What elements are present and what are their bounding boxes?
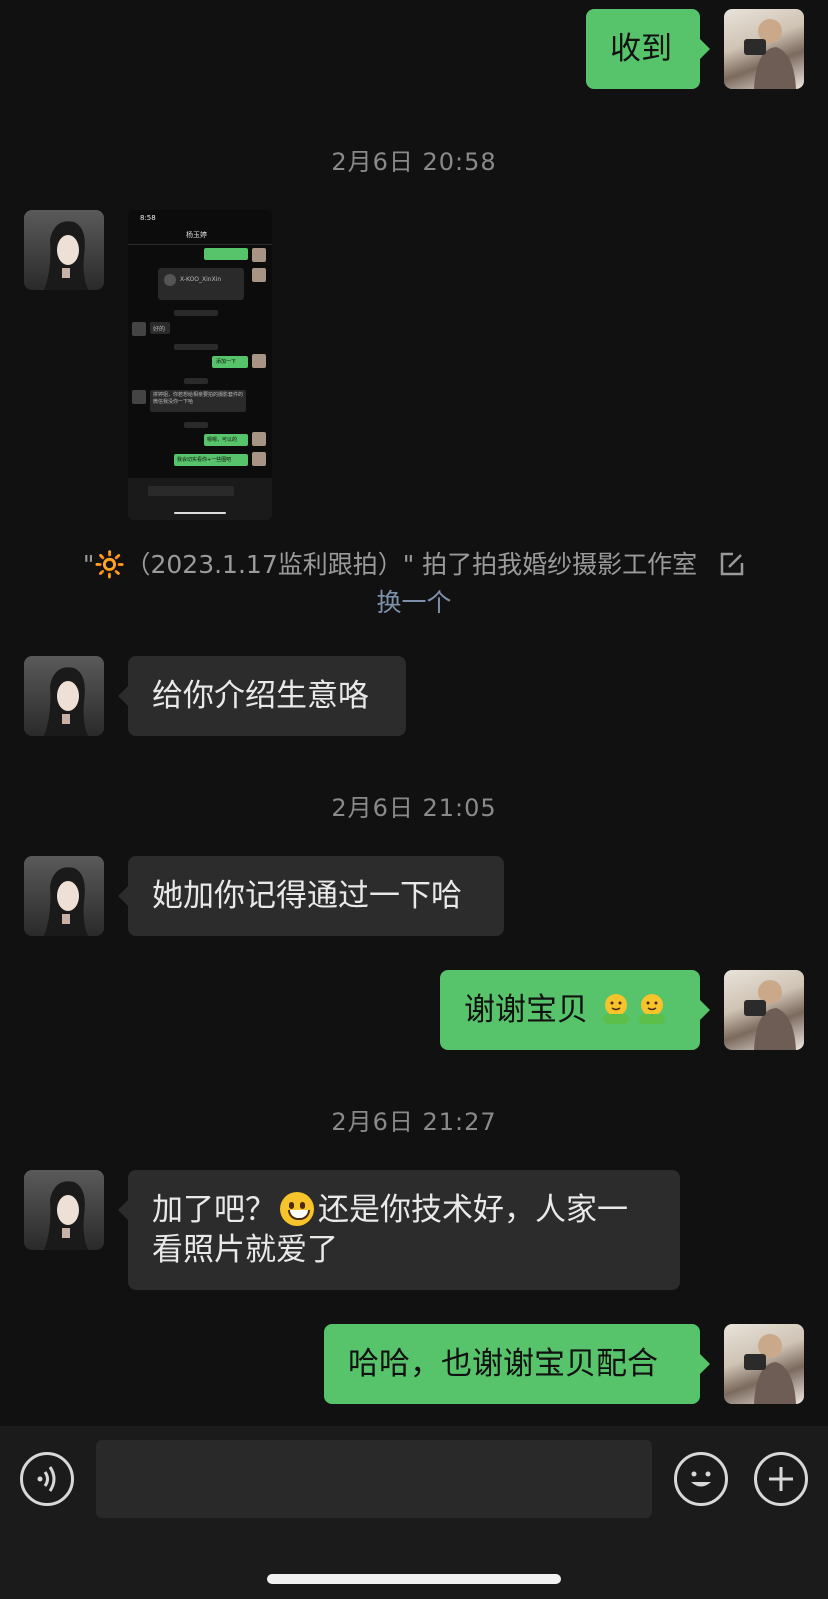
message-bubble-received[interactable]: 给你介绍生意咯 [118,656,406,736]
thumb-sent2: 嗯嗯，可以的 [207,437,238,443]
message-text: 哈哈，也谢谢宝贝配合 [348,1346,658,1382]
home-indicator [267,1574,561,1584]
my-avatar[interactable] [724,9,804,89]
message-text: 她加你记得通过一下哈 [152,878,462,914]
grin-emoji-icon [280,1192,314,1226]
chat-input-bar [0,1426,828,1599]
my-avatar[interactable] [724,970,804,1050]
message-bubble-sent[interactable]: 哈哈，也谢谢宝贝配合 [324,1324,710,1404]
contact-avatar[interactable] [24,856,104,936]
message-text: 给你介绍生意咯 [152,678,369,714]
change-pat-link[interactable]: 换一个 [0,586,828,620]
message-line-2: 看照片就爱了 [152,1232,338,1268]
message-bubble-sent[interactable]: 谢谢宝贝 [440,970,710,1050]
pat-prefix: "🔆（2023.1.17监利跟拍）" 拍了拍我婚纱摄影工作室 [82,550,698,579]
message-text: 谢谢宝贝 [464,992,588,1028]
shared-screenshot-image[interactable]: 8:58 杨玉婷 X-KOO_XinXin 好的 添加一下 拼婷姐，你若想给相亲… [128,210,272,520]
timestamp: 2月6日 21:05 [331,794,497,822]
edit-icon[interactable] [719,551,745,586]
contact-avatar[interactable] [24,656,104,736]
plus-button[interactable] [754,1452,808,1506]
plus-icon [769,1467,793,1491]
voice-icon [37,1466,56,1492]
emoji-button[interactable] [674,1452,728,1506]
contact-avatar[interactable] [24,210,104,290]
hug-emoji-icon [599,992,633,1026]
hug-emoji-icon [635,992,669,1026]
message-bubble-received[interactable]: 她加你记得通过一下哈 [118,856,504,936]
thumb-sent1: 添加一下 [216,359,237,365]
contact-avatar[interactable] [24,1170,104,1250]
message-input[interactable] [96,1440,652,1518]
thumb-reply: 好的 [153,326,166,333]
my-avatar[interactable] [724,1324,804,1404]
thumb-contact-name: 杨玉婷 [186,231,207,239]
timestamp: 2月6日 21:27 [331,1108,497,1136]
thumb-long-text: 拼婷姐，你若想给相亲要拍的摄影套件的微信我没你一下哈 [153,392,244,405]
thumb-sent3: 我会切实看你+一些图吧 [177,457,232,463]
timestamp: 2月6日 20:58 [331,148,497,176]
message-text: 加了吧？ [152,1192,276,1228]
pat-text: "🔆（2023.1.17监利跟拍）" 拍了拍我婚纱摄影工作室 [0,548,828,586]
emoji-icon [691,1471,711,1487]
pat-notice: "🔆（2023.1.17监利跟拍）" 拍了拍我婚纱摄影工作室 换一个 [0,548,828,620]
thumb-card-name: X-KOO_XinXin [180,276,222,283]
message-line-1: 加了吧？ 还是你技术好，人家一 [152,1190,656,1230]
thumb-status-time: 8:58 [140,214,156,222]
message-text: 收到 [610,31,672,67]
message-text: 还是你技术好，人家一 [318,1192,628,1228]
voice-button[interactable] [20,1452,74,1506]
message-bubble-received[interactable]: 加了吧？ 还是你技术好，人家一 看照片就爱了 [118,1170,680,1290]
message-bubble-sent[interactable]: 收到 [586,9,710,89]
